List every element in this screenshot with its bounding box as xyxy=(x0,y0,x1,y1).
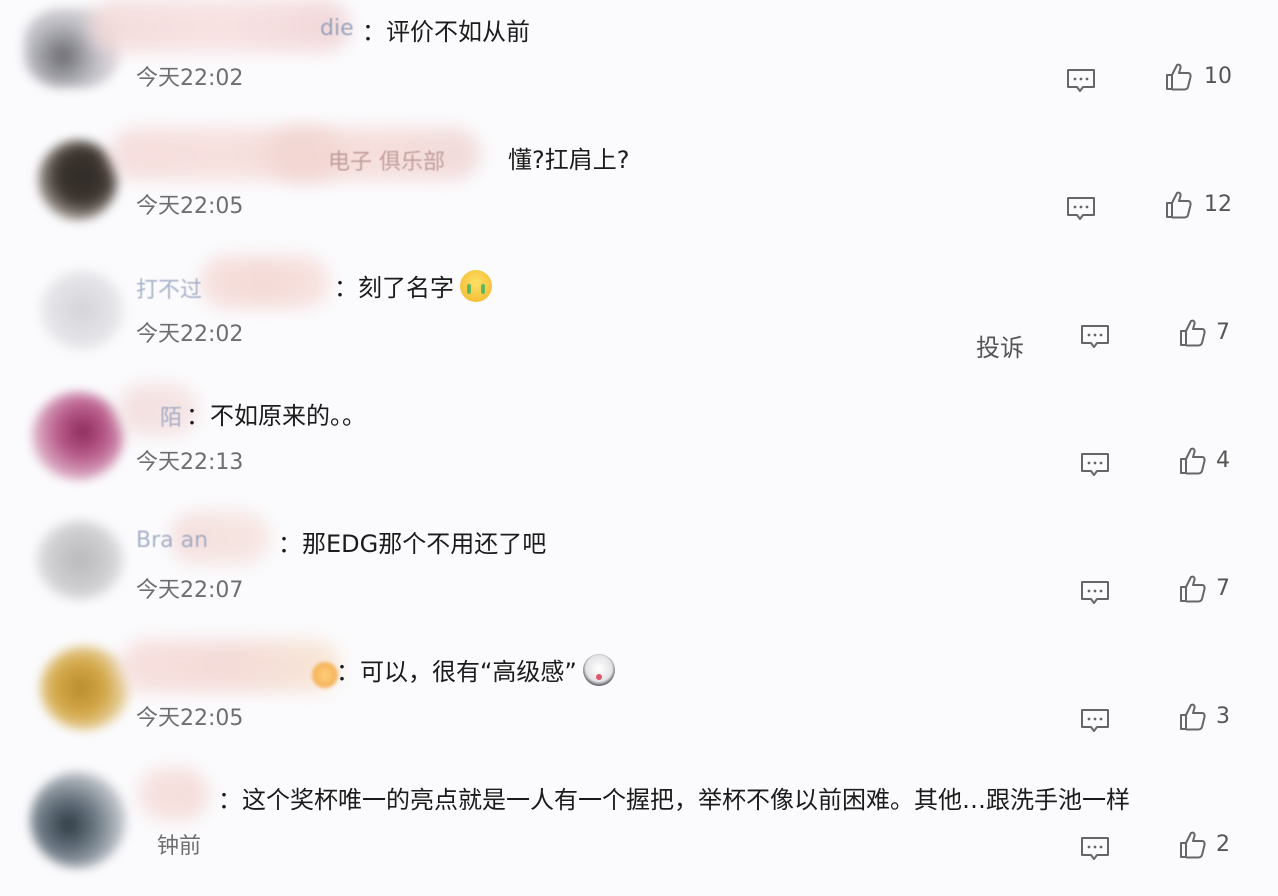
comment-body: 懂?扛肩上? xyxy=(508,146,630,174)
timestamp: 今天22:07 xyxy=(136,578,244,603)
like-count: 2 xyxy=(1216,832,1230,857)
avatar-badge-emoji-icon xyxy=(312,662,338,688)
comment-body: 可以，很有“高级感” xyxy=(360,658,577,686)
comment-text: ：那EDG那个不用还了吧 xyxy=(278,526,546,562)
avatar[interactable] xyxy=(32,392,124,480)
comment-item: 打不过 ：刻了名字 今天22:02 投诉 7 xyxy=(0,256,1278,384)
like-icon[interactable] xyxy=(1178,702,1206,732)
comment-text: ：不如原来的。。 xyxy=(186,398,366,434)
comment-item: 陌 ：不如原来的。。 今天22:13 4 xyxy=(0,384,1278,512)
like-icon[interactable] xyxy=(1164,62,1192,92)
timestamp: 钟前 xyxy=(136,834,201,859)
comment-item: Bra an ：那EDG那个不用还了吧 今天22:07 7 xyxy=(0,512,1278,640)
username-blurred[interactable] xyxy=(90,0,350,52)
like-icon[interactable] xyxy=(1178,318,1206,348)
timestamp: 今天22:02 xyxy=(136,66,244,91)
comment-reply-icon[interactable] xyxy=(1080,708,1110,734)
comment-body: 不如原来的。。 xyxy=(210,402,366,430)
username[interactable]: die xyxy=(320,16,354,41)
separator: ： xyxy=(334,274,358,302)
comment-item: ：这个奖杯唯一的亮点就是一人有一个握把，举杯不像以前困难。其他…跟洗手池一样 钟… xyxy=(0,768,1278,896)
comment-text: ：可以，很有“高级感” xyxy=(336,654,615,690)
timestamp: 今天22:05 xyxy=(136,194,244,219)
like-icon[interactable] xyxy=(1178,830,1206,860)
avatar[interactable] xyxy=(40,270,124,350)
like-count: 12 xyxy=(1204,192,1232,217)
comment-text: 懂?扛肩上? xyxy=(508,142,629,178)
comment-reply-icon[interactable] xyxy=(1066,196,1096,222)
username[interactable]: 打不过 xyxy=(136,272,202,304)
like-count: 3 xyxy=(1216,704,1230,729)
username[interactable]: 电子 俱乐部 xyxy=(328,144,445,176)
like-count: 4 xyxy=(1216,448,1230,473)
username[interactable]: Bra an xyxy=(136,528,208,553)
comment-body: 那EDG那个不用还了吧 xyxy=(302,530,547,558)
avatar[interactable] xyxy=(30,772,126,868)
comment-text: ：这个奖杯唯一的亮点就是一人有一个握把，举杯不像以前困难。其他…跟洗手池一样 xyxy=(218,782,1130,818)
username[interactable]: 陌 xyxy=(160,400,182,432)
separator: ： xyxy=(362,18,386,46)
comment-reply-icon[interactable] xyxy=(1080,452,1110,478)
comment-reply-icon[interactable] xyxy=(1066,68,1096,94)
like-count: 10 xyxy=(1204,64,1232,89)
comment-item: ：可以，很有“高级感” 今天22:05 3 xyxy=(0,640,1278,768)
comment-item: die ：评价不如从前 今天22:02 10 xyxy=(0,0,1278,128)
like-count: 7 xyxy=(1216,576,1230,601)
username-blurred[interactable] xyxy=(120,640,340,692)
comment-item: 电子 俱乐部 懂?扛肩上? 今天22:05 12 xyxy=(0,128,1278,256)
like-count: 7 xyxy=(1216,320,1230,345)
separator: ： xyxy=(336,658,360,686)
comment-text: ：评价不如从前 xyxy=(362,14,530,50)
avatar[interactable] xyxy=(40,646,130,730)
comment-text: ：刻了名字 xyxy=(334,270,492,306)
separator: ： xyxy=(278,530,302,558)
comment-body: 这个奖杯唯一的亮点就是一人有一个握把，举杯不像以前困难。其他…跟洗手池一样 xyxy=(242,786,1130,814)
like-icon[interactable] xyxy=(1178,446,1206,476)
like-icon[interactable] xyxy=(1164,190,1192,220)
avatar[interactable] xyxy=(36,520,124,600)
username-blurred[interactable] xyxy=(138,768,208,820)
comment-reply-icon[interactable] xyxy=(1080,580,1110,606)
comment-body: 刻了名字 xyxy=(358,274,454,302)
crying-emoji-icon xyxy=(460,270,492,302)
username-blurred[interactable] xyxy=(200,256,330,308)
like-icon[interactable] xyxy=(1178,574,1206,604)
avatar[interactable] xyxy=(38,140,118,220)
comment-body: 评价不如从前 xyxy=(386,18,530,46)
comment-reply-icon[interactable] xyxy=(1080,324,1110,350)
comment-reply-icon[interactable] xyxy=(1080,836,1110,862)
separator: ： xyxy=(186,402,210,430)
separator: ： xyxy=(218,786,242,814)
timestamp: 今天22:02 xyxy=(136,322,244,347)
report-button[interactable]: 投诉 xyxy=(976,328,1024,363)
timestamp: 今天22:13 xyxy=(136,450,244,475)
husky-emoji-icon xyxy=(582,654,615,686)
timestamp: 今天22:05 xyxy=(136,706,244,731)
